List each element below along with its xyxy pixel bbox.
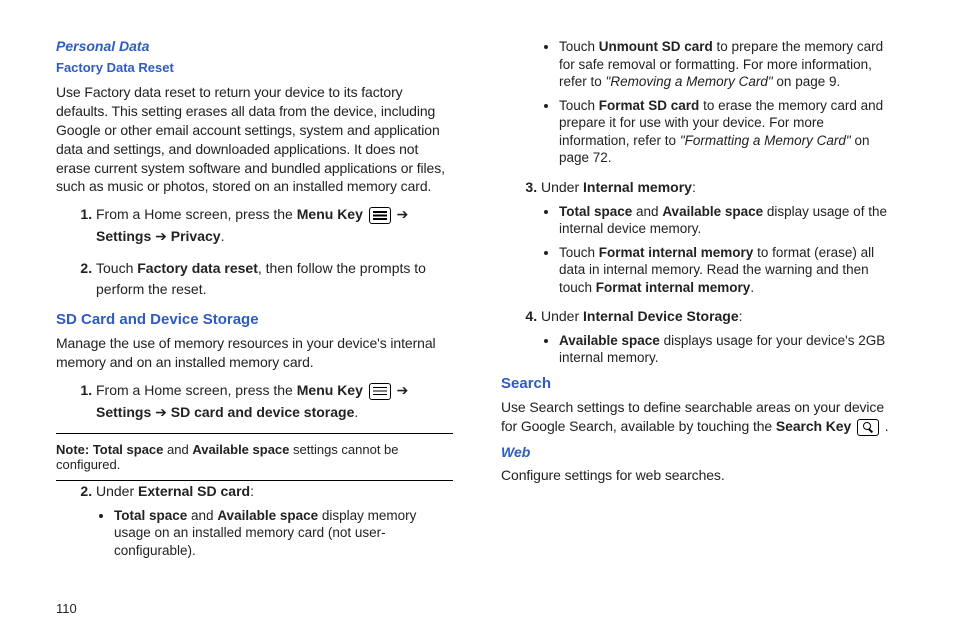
heading-factory-data-reset: Factory Data Reset <box>56 60 453 75</box>
external-sd-card-label: External SD card <box>138 483 250 499</box>
bullet-available-device: Available space displays usage for your … <box>559 332 898 367</box>
menu-key-icon <box>369 207 391 224</box>
factory-step-2: Touch Factory data reset, then follow th… <box>96 258 453 301</box>
text: From a Home screen, press the <box>96 382 297 398</box>
bullet-format-internal: Touch Format internal memory to format (… <box>559 244 898 297</box>
search-intro: Use Search settings to define searchable… <box>501 398 898 436</box>
text: and <box>163 442 192 457</box>
bullet-total-available-sd: Total space and Available space display … <box>114 507 453 560</box>
bullet-total-available-internal: Total space and Available space display … <box>559 203 898 238</box>
web-text: Configure settings for web searches. <box>501 466 898 485</box>
text: . <box>750 280 754 295</box>
unmount-sd-label: Unmount SD card <box>599 39 713 54</box>
heading-sd-card-storage: SD Card and Device Storage <box>56 311 453 328</box>
text: on page 9. <box>773 74 841 89</box>
internal-device-storage-label: Internal Device Storage <box>583 308 739 324</box>
text: and <box>187 508 217 523</box>
menu-key-label: Menu Key <box>297 382 363 398</box>
internal-memory-label: Internal memory <box>583 179 692 195</box>
privacy-label: Privacy <box>171 228 221 244</box>
bullet-unmount-sd: Touch Unmount SD card to prepare the mem… <box>559 38 898 91</box>
sd-step-3: Under Internal memory: Total space and A… <box>541 177 898 296</box>
page-number: 110 <box>56 601 77 616</box>
note-total-space: Note: Total space <box>56 442 163 457</box>
format-sd-label: Format SD card <box>599 98 700 113</box>
sd-step-4: Under Internal Device Storage: Available… <box>541 306 898 367</box>
total-space-label: Total space <box>559 204 632 219</box>
text: Touch <box>96 260 137 276</box>
search-key-icon <box>857 419 879 436</box>
text: : <box>739 308 743 324</box>
text: Under <box>541 308 583 324</box>
text: . <box>881 418 889 434</box>
search-key-label: Search Key <box>776 418 851 434</box>
format-internal-confirm-label: Format internal memory <box>596 280 751 295</box>
menu-key-icon <box>369 383 391 400</box>
heading-web: Web <box>501 444 898 460</box>
text: From a Home screen, press the <box>96 206 297 222</box>
arrow: ➔ <box>397 206 409 222</box>
arrow: ➔ <box>151 404 171 420</box>
available-space-label: Available space <box>217 508 318 523</box>
text: . <box>354 404 358 420</box>
text: Touch <box>559 245 599 260</box>
arrow: ➔ <box>151 228 171 244</box>
arrow: ➔ <box>397 382 409 398</box>
available-space-label: Available space <box>662 204 763 219</box>
available-space-label: Available space <box>559 333 660 348</box>
text: : <box>250 483 254 499</box>
sd-intro: Manage the use of memory resources in yo… <box>56 334 453 372</box>
total-space-label: Total space <box>114 508 187 523</box>
note-available-space: Available space <box>192 442 289 457</box>
menu-key-label: Menu Key <box>297 206 363 222</box>
settings-label: Settings <box>96 228 151 244</box>
text: and <box>632 204 662 219</box>
text: . <box>221 228 225 244</box>
settings-label: Settings <box>96 404 151 420</box>
heading-personal-data: Personal Data <box>56 38 453 54</box>
factory-data-reset-label: Factory data reset <box>137 260 258 276</box>
text: Touch <box>559 39 599 54</box>
factory-reset-intro: Use Factory data reset to return your de… <box>56 83 453 196</box>
format-internal-label: Format internal memory <box>599 245 754 260</box>
text: Touch <box>559 98 599 113</box>
text: Under <box>96 483 138 499</box>
xref-removing-card: "Removing a Memory Card" <box>606 74 773 89</box>
sd-step-1: From a Home screen, press the Menu Key ➔… <box>96 380 453 423</box>
factory-step-1: From a Home screen, press the Menu Key ➔… <box>96 204 453 247</box>
note-total-available: Note: Total space and Available space se… <box>56 433 453 481</box>
text: Under <box>541 179 583 195</box>
bullet-format-sd: Touch Format SD card to erase the memory… <box>559 97 898 167</box>
sd-card-storage-label: SD card and device storage <box>171 404 355 420</box>
heading-search: Search <box>501 375 898 392</box>
text: : <box>692 179 696 195</box>
xref-formatting-card: "Formatting a Memory Card" <box>680 133 851 148</box>
